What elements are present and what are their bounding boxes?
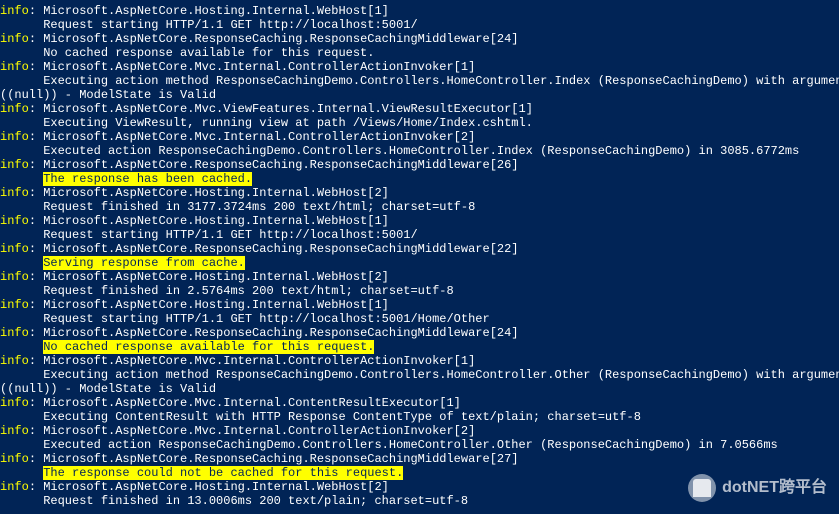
log-category: Microsoft.AspNetCore.Hosting.Internal.We… — [43, 4, 389, 18]
log-level: info — [0, 32, 29, 46]
log-message-line: Executing action method ResponseCachingD… — [0, 74, 839, 88]
log-level: info — [0, 214, 29, 228]
log-message-line: Request starting HTTP/1.1 GET http://loc… — [0, 18, 839, 32]
log-category-line: info: Microsoft.AspNetCore.Hosting.Inter… — [0, 298, 839, 312]
log-message-line: Request finished in 2.5764ms 200 text/ht… — [0, 284, 839, 298]
log-level: info — [0, 452, 29, 466]
log-message-line: No cached response available for this re… — [0, 340, 839, 354]
log-category-line: info: Microsoft.AspNetCore.Mvc.Internal.… — [0, 424, 839, 438]
log-category: Microsoft.AspNetCore.Mvc.Internal.Contro… — [43, 130, 475, 144]
log-category-line: info: Microsoft.AspNetCore.Hosting.Inter… — [0, 186, 839, 200]
log-category: Microsoft.AspNetCore.Hosting.Internal.We… — [43, 214, 389, 228]
log-category-line: info: Microsoft.AspNetCore.Hosting.Inter… — [0, 270, 839, 284]
log-message-line: Executing ContentResult with HTTP Respon… — [0, 410, 839, 424]
log-message-line: Executed action ResponseCachingDemo.Cont… — [0, 438, 839, 452]
log-category: Microsoft.AspNetCore.ResponseCaching.Res… — [43, 158, 518, 172]
log-level: info — [0, 396, 29, 410]
log-level: info — [0, 326, 29, 340]
watermark: dotNET跨平台 — [688, 474, 827, 502]
log-category: Microsoft.AspNetCore.Mvc.Internal.Contro… — [43, 354, 475, 368]
log-message-line: Request starting HTTP/1.1 GET http://loc… — [0, 228, 839, 242]
log-message-line: No cached response available for this re… — [0, 46, 839, 60]
highlighted-message: No cached response available for this re… — [43, 340, 374, 354]
log-message-line: The response has been cached. — [0, 172, 839, 186]
log-category-line: info: Microsoft.AspNetCore.Hosting.Inter… — [0, 4, 839, 18]
log-message-line: ((null)) - ModelState is Valid — [0, 382, 839, 396]
log-level: info — [0, 298, 29, 312]
log-level: info — [0, 60, 29, 74]
log-category-line: info: Microsoft.AspNetCore.Hosting.Inter… — [0, 214, 839, 228]
log-message-line: Serving response from cache. — [0, 256, 839, 270]
highlighted-message: The response could not be cached for thi… — [43, 466, 403, 480]
highlighted-message: Serving response from cache. — [43, 256, 245, 270]
log-level: info — [0, 158, 29, 172]
log-message-line: ((null)) - ModelState is Valid — [0, 88, 839, 102]
log-category: Microsoft.AspNetCore.Mvc.ViewFeatures.In… — [43, 102, 533, 116]
log-category: Microsoft.AspNetCore.ResponseCaching.Res… — [43, 452, 518, 466]
log-category: Microsoft.AspNetCore.Hosting.Internal.We… — [43, 298, 389, 312]
log-category: Microsoft.AspNetCore.Mvc.Internal.Contro… — [43, 424, 475, 438]
log-level: info — [0, 102, 29, 116]
console-output: info: Microsoft.AspNetCore.Hosting.Inter… — [0, 4, 839, 508]
log-category-line: info: Microsoft.AspNetCore.ResponseCachi… — [0, 326, 839, 340]
log-message-line: Executing action method ResponseCachingD… — [0, 368, 839, 382]
log-category: Microsoft.AspNetCore.Mvc.Internal.Conten… — [43, 396, 461, 410]
log-level: info — [0, 186, 29, 200]
log-level: info — [0, 270, 29, 284]
highlighted-message: The response has been cached. — [43, 172, 252, 186]
log-category: Microsoft.AspNetCore.Hosting.Internal.We… — [43, 186, 389, 200]
log-message-line: Request starting HTTP/1.1 GET http://loc… — [0, 312, 839, 326]
log-category-line: info: Microsoft.AspNetCore.ResponseCachi… — [0, 452, 839, 466]
log-category-line: info: Microsoft.AspNetCore.Mvc.Internal.… — [0, 60, 839, 74]
log-message-line: Executed action ResponseCachingDemo.Cont… — [0, 144, 839, 158]
log-level: info — [0, 424, 29, 438]
log-message-line: Request finished in 3177.3724ms 200 text… — [0, 200, 839, 214]
log-level: info — [0, 4, 29, 18]
watermark-text: dotNET跨平台 — [722, 481, 827, 495]
log-category-line: info: Microsoft.AspNetCore.ResponseCachi… — [0, 242, 839, 256]
log-level: info — [0, 354, 29, 368]
log-category-line: info: Microsoft.AspNetCore.ResponseCachi… — [0, 32, 839, 46]
log-level: info — [0, 480, 29, 494]
log-category-line: info: Microsoft.AspNetCore.Mvc.ViewFeatu… — [0, 102, 839, 116]
log-category: Microsoft.AspNetCore.ResponseCaching.Res… — [43, 326, 518, 340]
log-level: info — [0, 242, 29, 256]
log-message-line: Executing ViewResult, running view at pa… — [0, 116, 839, 130]
log-category-line: info: Microsoft.AspNetCore.Mvc.Internal.… — [0, 354, 839, 368]
log-category: Microsoft.AspNetCore.ResponseCaching.Res… — [43, 242, 518, 256]
log-category: Microsoft.AspNetCore.ResponseCaching.Res… — [43, 32, 518, 46]
log-category: Microsoft.AspNetCore.Mvc.Internal.Contro… — [43, 60, 475, 74]
wechat-icon — [688, 474, 716, 502]
log-category-line: info: Microsoft.AspNetCore.Mvc.Internal.… — [0, 396, 839, 410]
log-category: Microsoft.AspNetCore.Hosting.Internal.We… — [43, 270, 389, 284]
log-category: Microsoft.AspNetCore.Hosting.Internal.We… — [43, 480, 389, 494]
log-category-line: info: Microsoft.AspNetCore.ResponseCachi… — [0, 158, 839, 172]
log-level: info — [0, 130, 29, 144]
log-category-line: info: Microsoft.AspNetCore.Mvc.Internal.… — [0, 130, 839, 144]
